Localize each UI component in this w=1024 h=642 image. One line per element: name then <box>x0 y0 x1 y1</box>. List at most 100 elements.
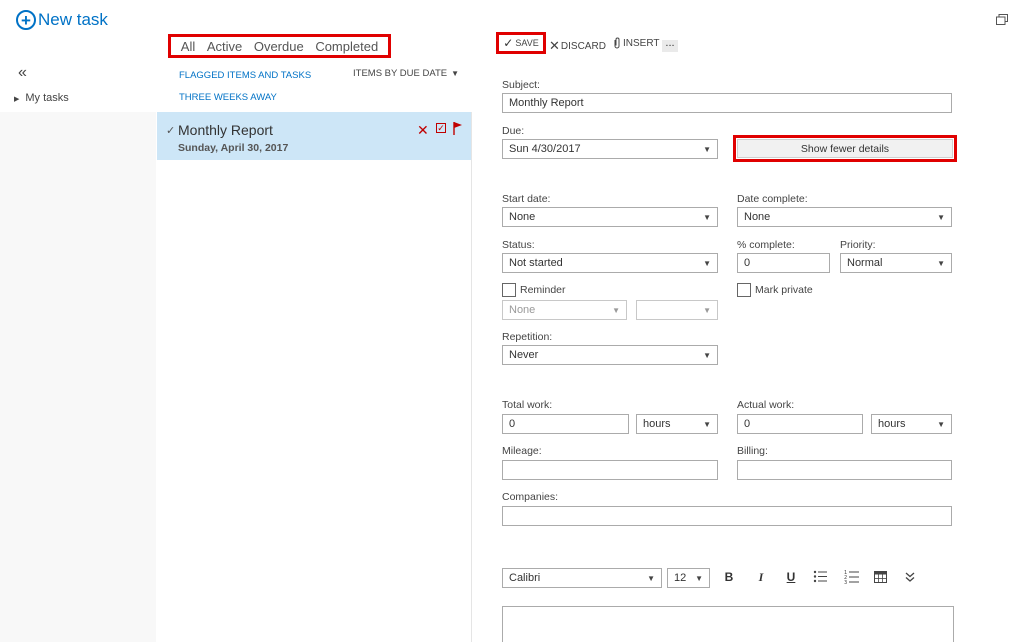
filter-active[interactable]: Active <box>207 39 242 54</box>
double-chevron-down-icon[interactable] <box>905 572 915 582</box>
popout-icon[interactable] <box>996 14 1008 25</box>
chevron-down-icon: ▼ <box>703 212 711 222</box>
folder-label: My tasks <box>25 92 69 104</box>
task-due-date: Sunday, April 30, 2017 <box>178 142 289 154</box>
chevron-down-icon: ▼ <box>647 573 655 583</box>
total-work-label: Total work: <box>502 399 553 411</box>
table-icon[interactable] <box>874 571 887 583</box>
folder-my-tasks[interactable]: ▶ My tasks <box>14 92 69 104</box>
flagged-items-link[interactable]: FLAGGED ITEMS AND TASKS <box>179 70 311 81</box>
font-family-dropdown[interactable]: Calibri ▼ <box>502 568 662 588</box>
insert-label: INSERT <box>623 37 660 49</box>
underline-button[interactable]: U <box>785 570 797 584</box>
status-dropdown[interactable]: Not started ▼ <box>502 253 718 273</box>
actual-work-input[interactable]: 0 <box>737 414 863 434</box>
bold-button[interactable]: B <box>723 570 735 584</box>
percent-complete-label: % complete: <box>737 239 795 251</box>
notes-editor[interactable] <box>502 606 954 642</box>
companies-input[interactable] <box>502 506 952 526</box>
chevron-down-icon: ▼ <box>703 350 711 360</box>
show-fewer-details-button[interactable]: Show fewer details <box>737 139 953 158</box>
group-header: THREE WEEKS AWAY <box>179 92 277 103</box>
discard-button[interactable]: ✕ DISCARD <box>549 38 606 54</box>
due-label: Due: <box>502 125 525 137</box>
new-task-label: New task <box>38 10 108 29</box>
paperclip-icon <box>614 37 620 49</box>
repetition-dropdown[interactable]: Never ▼ <box>502 345 718 365</box>
reminder-date-value: None <box>509 304 536 316</box>
reminder-date-dropdown[interactable]: None ▼ <box>502 300 627 320</box>
filter-overdue[interactable]: Overdue <box>254 39 304 54</box>
sort-dropdown[interactable]: ITEMS BY DUE DATE ▼ <box>353 68 459 79</box>
new-task-button[interactable]: + New task <box>16 10 108 30</box>
left-nav-panel <box>0 112 156 642</box>
billing-label: Billing: <box>737 445 768 457</box>
flag-icon[interactable] <box>453 122 462 135</box>
filter-bar: All Active Overdue Completed <box>168 34 391 58</box>
insert-button[interactable]: INSERT <box>613 37 660 49</box>
sort-label: ITEMS BY DUE DATE <box>353 68 448 79</box>
total-work-unit-dropdown[interactable]: hours ▼ <box>636 414 718 434</box>
chevron-down-icon: ▼ <box>937 258 945 268</box>
repetition-label: Repetition: <box>502 331 553 343</box>
chevron-down-icon: ▼ <box>703 419 711 429</box>
more-options-icon[interactable]: ... <box>662 38 678 52</box>
task-list-panel <box>156 112 472 642</box>
companies-label: Companies: <box>502 491 559 503</box>
filter-all[interactable]: All <box>181 39 195 54</box>
date-complete-dropdown[interactable]: None ▼ <box>737 207 952 227</box>
billing-input[interactable] <box>737 460 952 480</box>
delete-icon[interactable]: ✕ <box>417 122 429 139</box>
priority-dropdown[interactable]: Normal ▼ <box>840 253 952 273</box>
mark-private-label: Mark private <box>755 284 813 296</box>
start-date-label: Start date: <box>502 193 551 205</box>
mark-complete-icon[interactable]: ✓ <box>436 123 446 133</box>
checkmark-icon: ✓ <box>166 125 176 137</box>
mark-private-checkbox[interactable] <box>737 283 751 297</box>
subject-input[interactable]: Monthly Report <box>502 93 952 113</box>
plus-circle-icon: + <box>16 10 36 30</box>
svg-text:3: 3 <box>844 580 847 584</box>
show-fewer-details-highlight: Show fewer details <box>733 135 957 162</box>
total-work-unit-value: hours <box>643 418 671 430</box>
font-size-dropdown[interactable]: 12 ▼ <box>667 568 710 588</box>
total-work-input[interactable]: 0 <box>502 414 629 434</box>
due-date-dropdown[interactable]: Sun 4/30/2017 ▼ <box>502 139 718 159</box>
actual-work-unit-value: hours <box>878 418 906 430</box>
chevron-down-icon: ▼ <box>612 305 620 315</box>
priority-label: Priority: <box>840 239 876 251</box>
font-size-value: 12 <box>674 572 687 584</box>
save-button[interactable]: ✓ SAVE <box>496 32 546 54</box>
reminder-row: Reminder <box>502 283 566 297</box>
chevron-down-icon: ▼ <box>703 258 711 268</box>
numbered-list-icon[interactable]: 1 2 3 <box>844 569 859 584</box>
status-label: Status: <box>502 239 535 251</box>
due-date-value: Sun 4/30/2017 <box>509 143 581 155</box>
collapse-nav-icon[interactable]: « <box>18 64 27 82</box>
mileage-input[interactable] <box>502 460 718 480</box>
status-value: Not started <box>509 257 563 269</box>
bullet-list-icon[interactable] <box>813 570 827 583</box>
chevron-down-icon: ▼ <box>937 212 945 222</box>
task-list-item[interactable]: ✓ Monthly Report Sunday, April 30, 2017 … <box>157 112 471 160</box>
filter-completed[interactable]: Completed <box>315 39 378 54</box>
task-title: Monthly Report <box>178 122 273 138</box>
italic-button[interactable]: I <box>755 570 767 585</box>
private-row: Mark private <box>737 283 813 297</box>
mileage-label: Mileage: <box>502 445 542 457</box>
reminder-label: Reminder <box>520 284 566 296</box>
reminder-time-dropdown[interactable]: ▼ <box>636 300 718 320</box>
repetition-value: Never <box>509 349 539 361</box>
start-date-dropdown[interactable]: None ▼ <box>502 207 718 227</box>
actual-work-unit-dropdown[interactable]: hours ▼ <box>871 414 952 434</box>
expand-triangle-icon[interactable]: ▶ <box>14 95 19 103</box>
reminder-checkbox[interactable] <box>502 283 516 297</box>
actual-work-label: Actual work: <box>737 399 795 411</box>
checkmark-icon: ✓ <box>503 36 514 50</box>
chevron-down-icon: ▼ <box>703 144 711 154</box>
discard-label: DISCARD <box>560 40 606 52</box>
save-label: SAVE <box>515 38 539 48</box>
priority-value: Normal <box>847 257 883 269</box>
percent-complete-input[interactable]: 0 <box>737 253 830 273</box>
chevron-down-icon: ▼ <box>695 573 703 583</box>
